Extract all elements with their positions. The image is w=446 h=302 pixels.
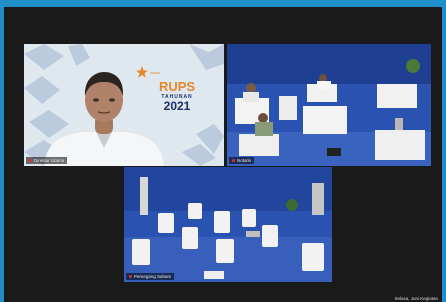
shareholder-video	[124, 167, 332, 282]
video-tile-notary[interactable]: Notaris	[227, 44, 431, 166]
banner-title: RUPS	[158, 79, 196, 94]
meeting-window: suara RUPS TAHUNAN 2021 Direktur Utama N…	[4, 7, 442, 302]
participant-name: Pemegang Saham	[134, 274, 172, 279]
participant-name: Notaris	[237, 158, 252, 163]
banner-year: 2021	[163, 99, 191, 113]
notary-video	[227, 44, 431, 166]
participant-label-notary: Notaris	[229, 157, 255, 164]
video-tile-shareholder[interactable]: Pemegang Saham	[124, 167, 332, 282]
banner-brand: suara	[150, 70, 161, 75]
bottom-right-caption: Selasa, Juni Kegiatan	[394, 296, 438, 301]
video-tile-speaker[interactable]: suara RUPS TAHUNAN 2021 Direktur Utama	[24, 44, 224, 166]
participant-name: Direktur Utama	[34, 158, 65, 163]
rups-banner: suara RUPS TAHUNAN 2021	[142, 70, 212, 113]
mic-muted-icon	[232, 159, 235, 163]
participant-label-speaker: Direktur Utama	[26, 157, 68, 164]
mic-muted-icon	[129, 275, 132, 279]
mic-muted-icon	[29, 159, 32, 163]
participant-label-shareholder: Pemegang Saham	[126, 273, 175, 280]
